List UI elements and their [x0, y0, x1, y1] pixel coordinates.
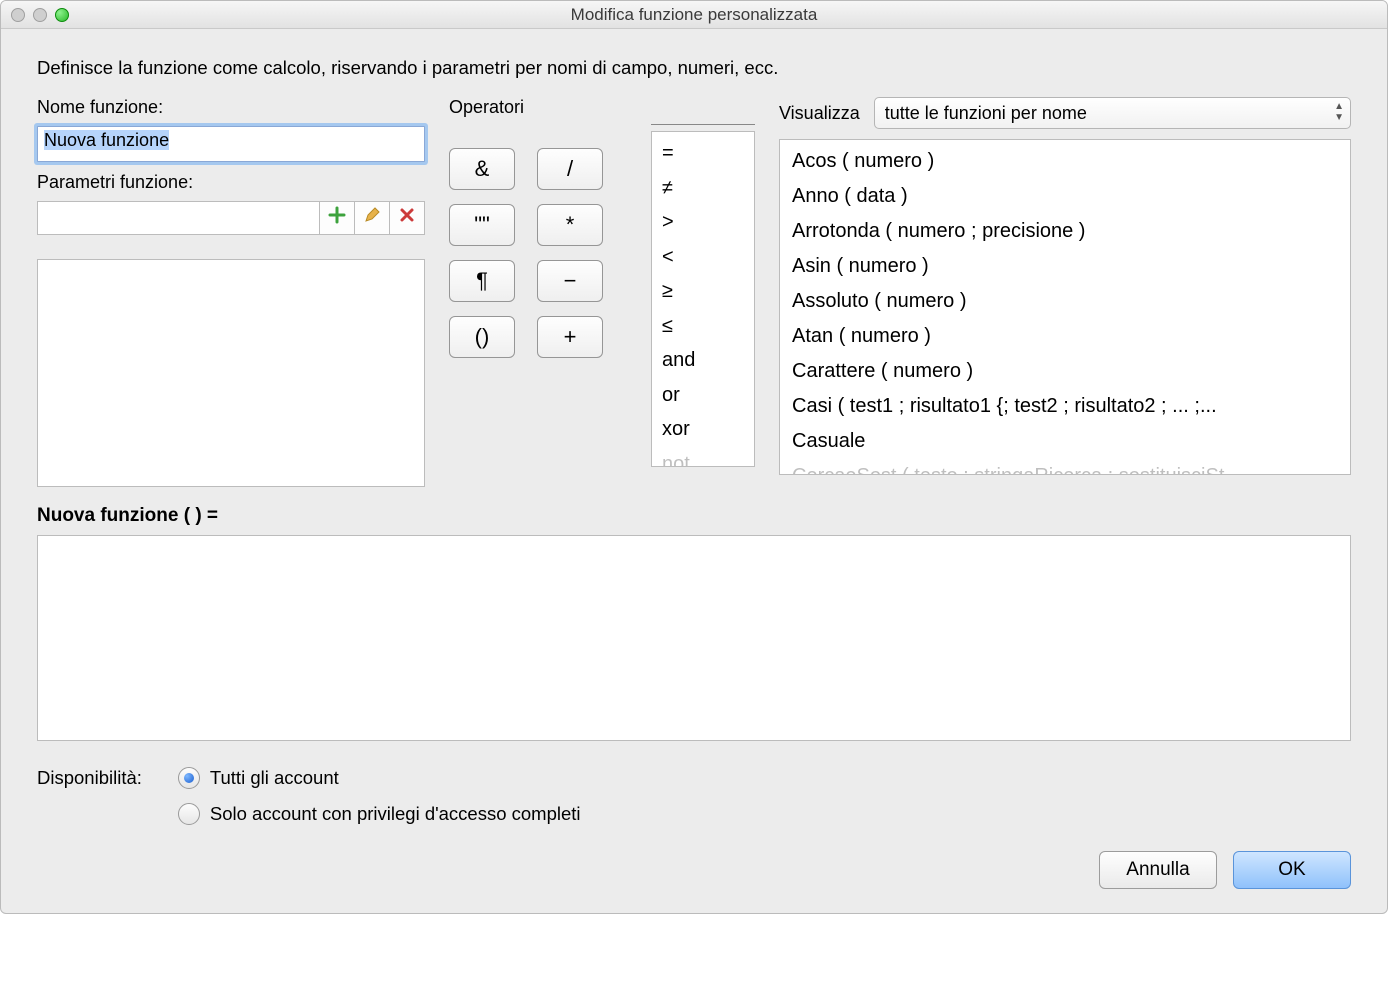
comparison-op-item[interactable]: and — [662, 343, 744, 378]
comparison-op-item[interactable]: xor — [662, 412, 744, 447]
window-title: Modifica funzione personalizzata — [1, 5, 1387, 25]
function-list-item[interactable]: Acos ( numero ) — [792, 144, 1338, 179]
function-list-item[interactable]: CercaeSost ( testo ; stringaRicerca ; so… — [792, 459, 1338, 475]
function-list-item[interactable]: Assoluto ( numero ) — [792, 284, 1338, 319]
availability-all-accounts-radio[interactable]: Tutti gli account — [178, 767, 581, 789]
radio-icon — [178, 803, 200, 825]
edit-parameter-button[interactable] — [354, 201, 390, 235]
radio-label: Solo account con privilegi d'accesso com… — [210, 803, 581, 825]
availability-radio-group: Tutti gli account Solo account con privi… — [178, 767, 581, 825]
dialog-window: Modifica funzione personalizzata Definis… — [0, 0, 1388, 914]
function-list-item[interactable]: Casi ( test1 ; risultato1 {; test2 ; ris… — [792, 389, 1338, 424]
function-name-value: Nuova funzione — [44, 130, 169, 150]
availability-full-access-radio[interactable]: Solo account con privilegi d'accesso com… — [178, 803, 581, 825]
operator-minus-button[interactable]: − — [537, 260, 603, 302]
view-label: Visualizza — [779, 103, 860, 124]
x-icon — [398, 206, 416, 230]
operator-quotes-button[interactable]: "" — [449, 204, 515, 246]
cancel-button[interactable]: Annulla — [1099, 851, 1217, 889]
parameter-name-input[interactable] — [37, 201, 320, 235]
comparison-op-item[interactable]: or — [662, 378, 744, 413]
function-name-input[interactable]: Nuova funzione — [37, 126, 425, 162]
operator-slash-button[interactable]: / — [537, 148, 603, 190]
comparison-op-item[interactable]: = — [662, 136, 744, 171]
operator-pilcrow-button[interactable]: ¶ — [449, 260, 515, 302]
calculation-textarea[interactable] — [37, 535, 1351, 741]
comparison-op-item[interactable]: ≥ — [662, 274, 744, 309]
comparison-operators-list[interactable]: = ≠ > < ≥ ≤ and or xor not — [651, 131, 755, 467]
comparison-op-item[interactable]: not — [662, 447, 744, 468]
view-functions-dropdown[interactable]: tutte le funzioni per nome ▲▼ — [874, 97, 1351, 129]
pencil-icon — [363, 206, 381, 230]
radio-label: Tutti gli account — [210, 767, 339, 789]
function-list-item[interactable]: Asin ( numero ) — [792, 249, 1338, 284]
view-dropdown-value: tutte le funzioni per nome — [885, 103, 1087, 124]
operator-button-grid: & / "" * ¶ − () + — [449, 148, 627, 358]
function-list-item[interactable]: Anno ( data ) — [792, 179, 1338, 214]
operator-ampersand-button[interactable]: & — [449, 148, 515, 190]
function-list-item[interactable]: Casuale — [792, 424, 1338, 459]
comparison-op-item[interactable]: ≠ — [662, 171, 744, 206]
dialog-description: Definisce la funzione come calcolo, rise… — [37, 57, 1351, 79]
function-list-item[interactable]: Arrotonda ( numero ; precisione ) — [792, 214, 1338, 249]
function-list-item[interactable]: Carattere ( numero ) — [792, 354, 1338, 389]
operators-label: Operatori — [449, 97, 627, 118]
operator-asterisk-button[interactable]: * — [537, 204, 603, 246]
titlebar: Modifica funzione personalizzata — [1, 1, 1387, 29]
delete-parameter-button[interactable] — [389, 201, 425, 235]
parameters-listbox[interactable] — [37, 259, 425, 487]
comparison-op-item[interactable]: < — [662, 240, 744, 275]
availability-label: Disponibilità: — [37, 767, 142, 789]
function-signature-label: Nuova funzione ( ) = — [37, 505, 1351, 527]
operator-plus-button[interactable]: + — [537, 316, 603, 358]
comparison-op-item[interactable]: > — [662, 205, 744, 240]
operators-underline — [651, 99, 755, 125]
function-list-item[interactable]: Atan ( numero ) — [792, 319, 1338, 354]
comparison-op-item[interactable]: ≤ — [662, 309, 744, 344]
operator-parens-button[interactable]: () — [449, 316, 515, 358]
radio-icon — [178, 767, 200, 789]
function-parameters-label: Parametri funzione: — [37, 172, 425, 193]
function-name-label: Nome funzione: — [37, 97, 425, 118]
plus-icon — [328, 206, 346, 230]
add-parameter-button[interactable] — [319, 201, 355, 235]
chevron-up-down-icon: ▲▼ — [1334, 101, 1344, 123]
functions-list[interactable]: Acos ( numero ) Anno ( data ) Arrotonda … — [779, 139, 1351, 475]
ok-button[interactable]: OK — [1233, 851, 1351, 889]
